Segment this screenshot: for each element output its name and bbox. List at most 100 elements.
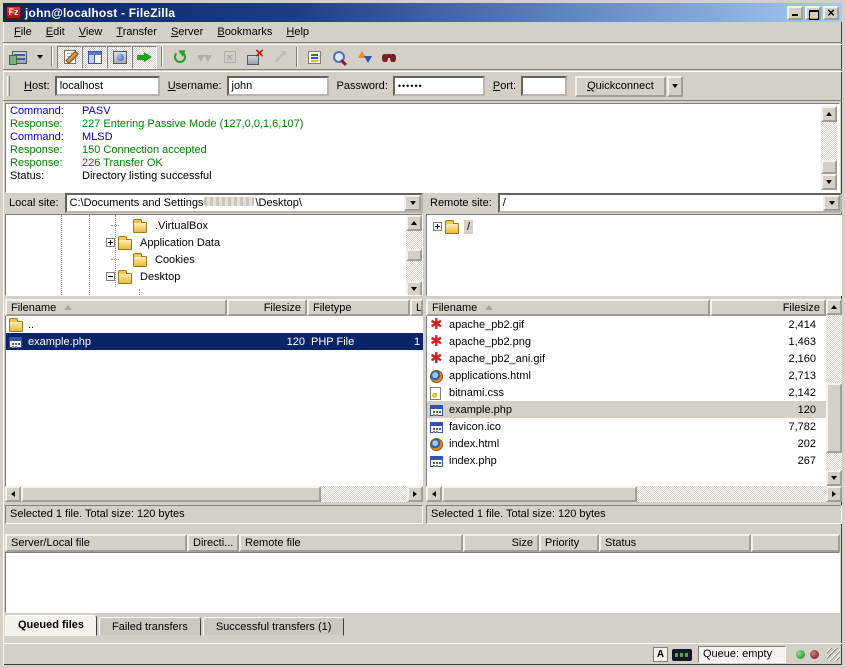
site-manager-button[interactable] <box>7 46 32 69</box>
scrollbar-track[interactable] <box>826 315 842 470</box>
menu-edit[interactable]: Edit <box>39 24 72 40</box>
scroll-left-button[interactable] <box>426 486 442 502</box>
column-header-direction[interactable]: Directi... <box>187 534 239 552</box>
file-row[interactable]: index.html 202 <box>427 435 826 452</box>
file-row[interactable]: applications.html 2,713 <box>427 367 826 384</box>
scrollbar-thumb[interactable] <box>442 486 637 502</box>
resize-grip[interactable] <box>827 648 840 661</box>
scroll-up-button[interactable] <box>406 215 422 231</box>
toggle-local-tree-button[interactable] <box>82 46 107 69</box>
scrollbar-thumb[interactable] <box>821 160 837 174</box>
scroll-down-button[interactable] <box>406 281 422 296</box>
collapse-minus-icon[interactable] <box>106 272 115 281</box>
file-row-example-php[interactable]: example.php 120 PHP File 1 <box>6 333 423 350</box>
scrollbar-track[interactable] <box>406 231 422 281</box>
local-horizontal-scrollbar[interactable] <box>5 486 423 502</box>
column-header-filesize[interactable]: Filesize <box>710 299 826 316</box>
scrollbar-track[interactable] <box>21 486 407 502</box>
toggle-transfer-queue-button[interactable] <box>132 46 157 69</box>
filesize: 1,463 <box>711 336 826 348</box>
menu-help[interactable]: Help <box>279 24 316 40</box>
username-input[interactable]: john <box>227 76 329 96</box>
toggle-message-log-button[interactable] <box>57 46 82 69</box>
file-row[interactable]: apache_pb2.gif 2,414 <box>427 316 826 333</box>
menu-server[interactable]: Server <box>164 24 210 40</box>
close-button[interactable] <box>823 6 839 20</box>
local-path-combobox[interactable]: C:\Documents and Settings\Desktop\ <box>65 193 423 213</box>
local-tree-scrollbar[interactable] <box>406 215 422 296</box>
find-files-button[interactable] <box>377 46 402 69</box>
file-row[interactable]: favicon.ico 7,782 <box>427 418 826 435</box>
tab-successful-transfers[interactable]: Successful transfers (1) <box>203 617 345 636</box>
expand-plus-icon[interactable] <box>433 222 442 231</box>
expand-plus-icon[interactable] <box>106 238 115 247</box>
column-header-filename[interactable]: Filename <box>426 299 710 316</box>
tree-item-root[interactable]: / <box>433 218 473 235</box>
port-input[interactable] <box>521 76 567 96</box>
transfer-queue-list[interactable] <box>5 552 840 613</box>
quickconnect-dropdown-button[interactable] <box>667 76 683 97</box>
column-header-filetype[interactable]: Filetype <box>307 299 410 316</box>
file-row-parent-dir[interactable]: .. <box>6 316 423 333</box>
scroll-up-button[interactable] <box>821 106 837 122</box>
remote-list-vertical-scrollbar[interactable] <box>826 299 842 486</box>
directory-listing-filters-button[interactable] <box>302 46 327 69</box>
scroll-right-button[interactable] <box>407 486 423 502</box>
menu-file[interactable]: File <box>7 24 39 40</box>
directory-comparison-button[interactable] <box>327 46 352 69</box>
site-manager-dropdown-button[interactable] <box>32 46 47 69</box>
menu-transfer[interactable]: Transfer <box>109 24 164 40</box>
disconnect-button[interactable] <box>242 46 267 69</box>
scrollbar-thumb[interactable] <box>21 486 321 502</box>
column-header-last-modified[interactable]: L <box>410 299 423 316</box>
menu-bookmarks[interactable]: Bookmarks <box>210 24 279 40</box>
column-header-status[interactable]: Status <box>599 534 751 552</box>
password-input[interactable]: •••••• <box>393 76 485 96</box>
local-path-dropdown-button[interactable] <box>404 195 421 211</box>
menu-view[interactable]: View <box>72 24 110 40</box>
file-row-selected[interactable]: example.php 120 <box>427 401 826 418</box>
minimize-button[interactable] <box>787 6 803 20</box>
tree-item-virtualbox[interactable]: .VirtualBox <box>111 217 211 234</box>
column-header-size[interactable]: Size <box>463 534 539 552</box>
local-site-label: Local site: <box>5 197 65 209</box>
scroll-down-button[interactable] <box>821 174 837 190</box>
tree-item-cookies[interactable]: Cookies <box>111 251 198 268</box>
file-row[interactable]: bitnami.css 2,142 <box>427 384 826 401</box>
log-vertical-scrollbar[interactable] <box>821 106 837 190</box>
arrow-up-icon <box>831 305 837 309</box>
scroll-down-button[interactable] <box>826 470 842 486</box>
file-row[interactable]: apache_pb2_ani.gif 2,160 <box>427 350 826 367</box>
host-input[interactable]: localhost <box>55 76 160 96</box>
scroll-right-button[interactable] <box>826 486 842 502</box>
data-type-indicator[interactable]: A <box>653 647 668 662</box>
tree-item-desktop[interactable]: Desktop <box>106 268 183 285</box>
tab-queued-files[interactable]: Queued files <box>5 615 97 636</box>
refresh-button[interactable] <box>167 46 192 69</box>
arrow-up-icon <box>826 112 832 116</box>
synchronized-browsing-button[interactable] <box>352 46 377 69</box>
column-header-server-local-file[interactable]: Server/Local file <box>5 534 187 552</box>
remote-horizontal-scrollbar[interactable] <box>426 486 842 502</box>
scrollbar-thumb[interactable] <box>406 249 422 261</box>
scrollbar-track[interactable] <box>442 486 826 502</box>
arrow-down-icon <box>826 180 832 184</box>
column-header-priority[interactable]: Priority <box>539 534 599 552</box>
file-row[interactable]: apache_pb2.png 1,463 <box>427 333 826 350</box>
remote-path-combobox[interactable]: / <box>498 193 842 213</box>
scrollbar-thumb[interactable] <box>826 383 842 453</box>
remote-path-dropdown-button[interactable] <box>823 195 840 211</box>
maximize-button[interactable] <box>805 6 821 20</box>
column-header-remote-file[interactable]: Remote file <box>239 534 463 552</box>
tab-failed-transfers[interactable]: Failed transfers <box>99 617 201 636</box>
tree-item-application-data[interactable]: Application Data <box>106 234 223 251</box>
scroll-up-button[interactable] <box>826 299 842 315</box>
scroll-left-button[interactable] <box>5 486 21 502</box>
column-header-filesize[interactable]: Filesize <box>227 299 307 316</box>
scrollbar-track[interactable] <box>821 122 837 174</box>
toggle-remote-tree-button[interactable] <box>107 46 132 69</box>
column-header-filename[interactable]: Filename <box>5 299 227 316</box>
speed-limit-indicator-icon[interactable] <box>672 649 692 661</box>
file-row[interactable]: index.php 267 <box>427 452 826 469</box>
quickconnect-button[interactable]: Quickconnect <box>575 76 666 97</box>
